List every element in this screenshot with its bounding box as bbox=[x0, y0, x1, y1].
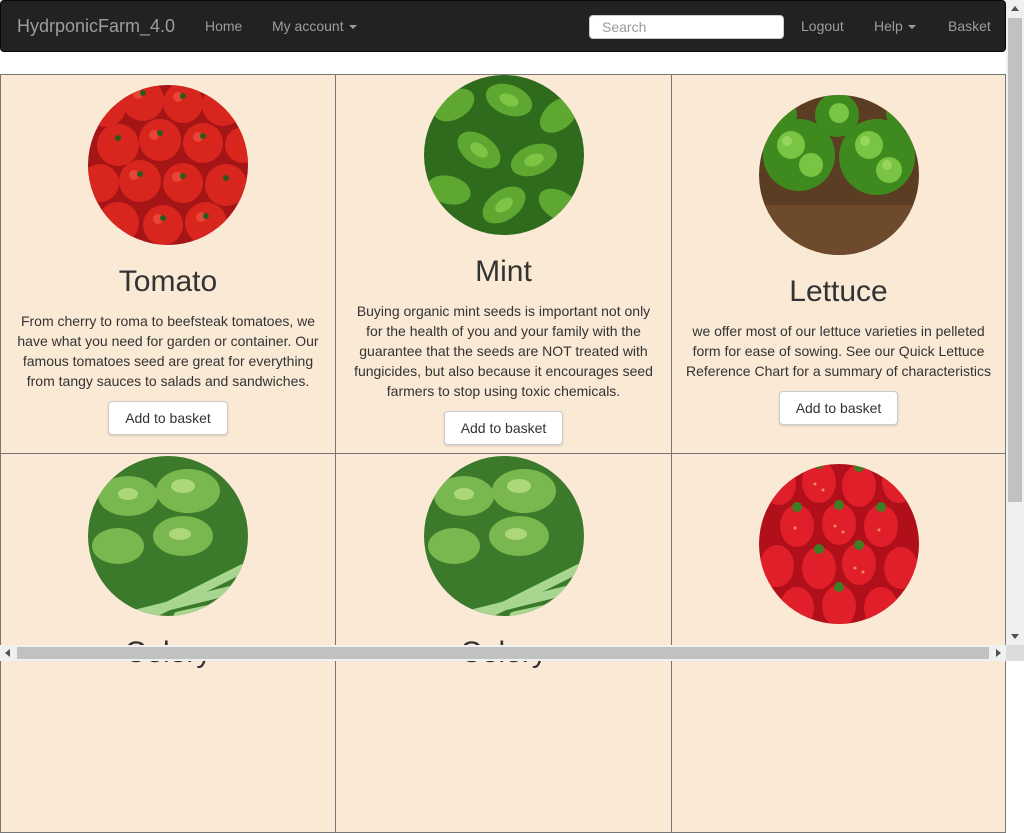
add-to-basket-button[interactable]: Add to basket bbox=[108, 401, 228, 435]
product-title: Mint bbox=[475, 255, 532, 288]
nav-my-account-label: My account bbox=[272, 18, 344, 34]
nav-help-label: Help bbox=[874, 18, 903, 34]
scroll-up-arrow-icon[interactable] bbox=[1011, 6, 1019, 11]
vertical-scrollbar[interactable] bbox=[1006, 0, 1024, 645]
celery-image bbox=[88, 456, 248, 616]
scrollbar-corner bbox=[1006, 645, 1024, 661]
add-to-basket-button[interactable]: Add to basket bbox=[443, 411, 564, 445]
product-card-lettuce: Lettuce we offer most of our lettuce var… bbox=[671, 75, 1006, 454]
add-to-basket-button[interactable]: Add to basket bbox=[778, 391, 899, 425]
celery-image bbox=[423, 456, 584, 616]
search-input[interactable] bbox=[589, 15, 784, 39]
tomato-image bbox=[88, 85, 248, 245]
product-title: Lettuce bbox=[789, 275, 888, 308]
chevron-down-icon bbox=[348, 25, 357, 30]
strawberry-image bbox=[758, 464, 919, 624]
nav-home-link[interactable]: Home bbox=[205, 18, 242, 34]
scroll-down-arrow-icon[interactable] bbox=[1011, 634, 1019, 639]
product-card-tomato: Tomato From cherry to roma to beefsteak … bbox=[0, 75, 335, 454]
product-description: Buying organic mint seeds is important n… bbox=[354, 303, 653, 399]
lettuce-image bbox=[758, 95, 919, 255]
product-description: we offer most of our lettuce varieties i… bbox=[686, 323, 991, 379]
product-card-celery: Celery bbox=[0, 454, 335, 833]
scroll-left-arrow-icon[interactable] bbox=[5, 649, 10, 657]
nav-basket-link[interactable]: Basket bbox=[948, 18, 991, 34]
nav-help-dropdown[interactable]: Help bbox=[874, 18, 916, 34]
product-description: From cherry to roma to beefsteak tomatoe… bbox=[17, 313, 319, 389]
nav-logout-link[interactable]: Logout bbox=[801, 18, 844, 34]
product-card-strawberry bbox=[671, 454, 1006, 833]
vertical-scroll-thumb[interactable] bbox=[1008, 18, 1022, 502]
horizontal-scroll-thumb[interactable] bbox=[17, 647, 989, 659]
nav-my-account-dropdown[interactable]: My account bbox=[272, 18, 357, 34]
top-navbar: HydrponicFarm_4.0 Home My account Logout… bbox=[0, 0, 1006, 52]
scroll-right-arrow-icon[interactable] bbox=[996, 649, 1001, 657]
chevron-down-icon bbox=[907, 25, 916, 30]
mint-image bbox=[423, 75, 584, 235]
product-title: Tomato bbox=[118, 265, 218, 298]
product-card-mint: Mint Buying organic mint seeds is import… bbox=[335, 75, 671, 454]
product-card-celery: Celery bbox=[335, 454, 671, 833]
product-grid: Tomato From cherry to roma to beefsteak … bbox=[0, 74, 1006, 833]
brand-link[interactable]: HydrponicFarm_4.0 bbox=[17, 16, 175, 37]
horizontal-scrollbar[interactable] bbox=[0, 645, 1006, 661]
